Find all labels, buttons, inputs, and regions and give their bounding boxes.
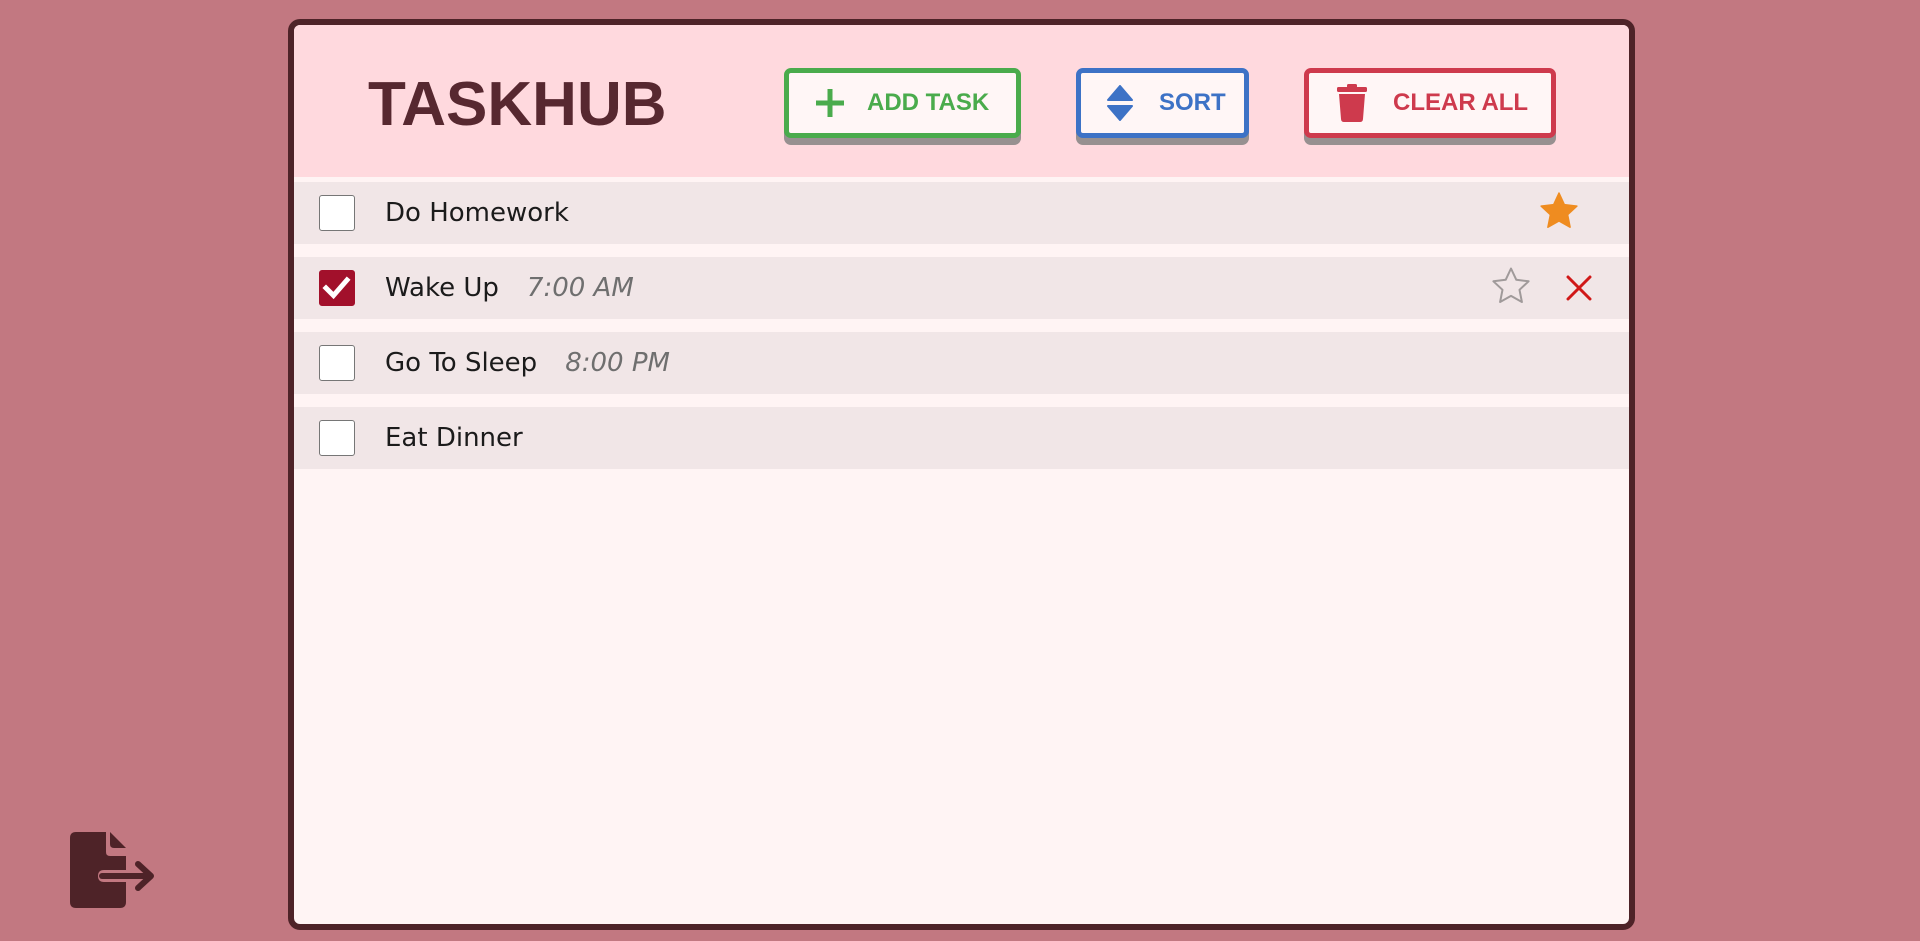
sort-icon: [1105, 85, 1135, 121]
file-export-icon: [70, 832, 156, 908]
star-button[interactable]: [1490, 267, 1532, 309]
close-icon: [1566, 275, 1592, 301]
task-text: Wake Up 7:00 AM: [385, 273, 634, 303]
task-time: 7:00 AM: [526, 273, 634, 303]
task-name: Eat Dinner: [385, 423, 523, 453]
app-title: TASKHUB: [368, 70, 667, 139]
delete-task-button[interactable]: [1560, 269, 1598, 307]
sort-label: SORT: [1159, 89, 1226, 116]
task-name: Do Homework: [385, 198, 569, 228]
clear-all-label: CLEAR ALL: [1393, 89, 1529, 116]
export-button[interactable]: [70, 832, 156, 908]
task-item[interactable]: Eat Dinner: [294, 407, 1629, 469]
clear-all-button[interactable]: CLEAR ALL: [1304, 68, 1556, 138]
trash-icon: [1335, 84, 1369, 122]
task-checkbox[interactable]: [319, 270, 355, 306]
task-list: Do Homework Wake Up 7:00 AM Go To Sleep …: [294, 182, 1629, 482]
plus-icon: [813, 88, 847, 118]
task-text: Go To Sleep 8:00 PM: [385, 348, 670, 378]
task-checkbox[interactable]: [319, 420, 355, 456]
task-time: 8:00 PM: [565, 348, 670, 378]
task-item[interactable]: Wake Up 7:00 AM: [294, 257, 1629, 319]
star-outline-icon: [1491, 266, 1531, 310]
task-item[interactable]: Do Homework: [294, 182, 1629, 244]
taskhub-panel: TASKHUB ADD TASK SORT CLEAR ALL Do Homew…: [288, 19, 1635, 930]
star-button[interactable]: [1538, 192, 1580, 234]
header: TASKHUB ADD TASK SORT CLEAR ALL: [294, 25, 1629, 177]
add-task-button[interactable]: ADD TASK: [784, 68, 1021, 138]
checkmark-icon: [320, 271, 354, 304]
task-checkbox[interactable]: [319, 195, 355, 231]
task-text: Eat Dinner: [385, 423, 523, 453]
task-item[interactable]: Go To Sleep 8:00 PM: [294, 332, 1629, 394]
task-checkbox[interactable]: [319, 345, 355, 381]
add-task-label: ADD TASK: [867, 89, 990, 116]
star-filled-icon: [1539, 191, 1579, 235]
task-text: Do Homework: [385, 198, 569, 228]
task-name: Wake Up: [385, 273, 499, 303]
sort-button[interactable]: SORT: [1076, 68, 1249, 138]
task-name: Go To Sleep: [385, 348, 538, 378]
